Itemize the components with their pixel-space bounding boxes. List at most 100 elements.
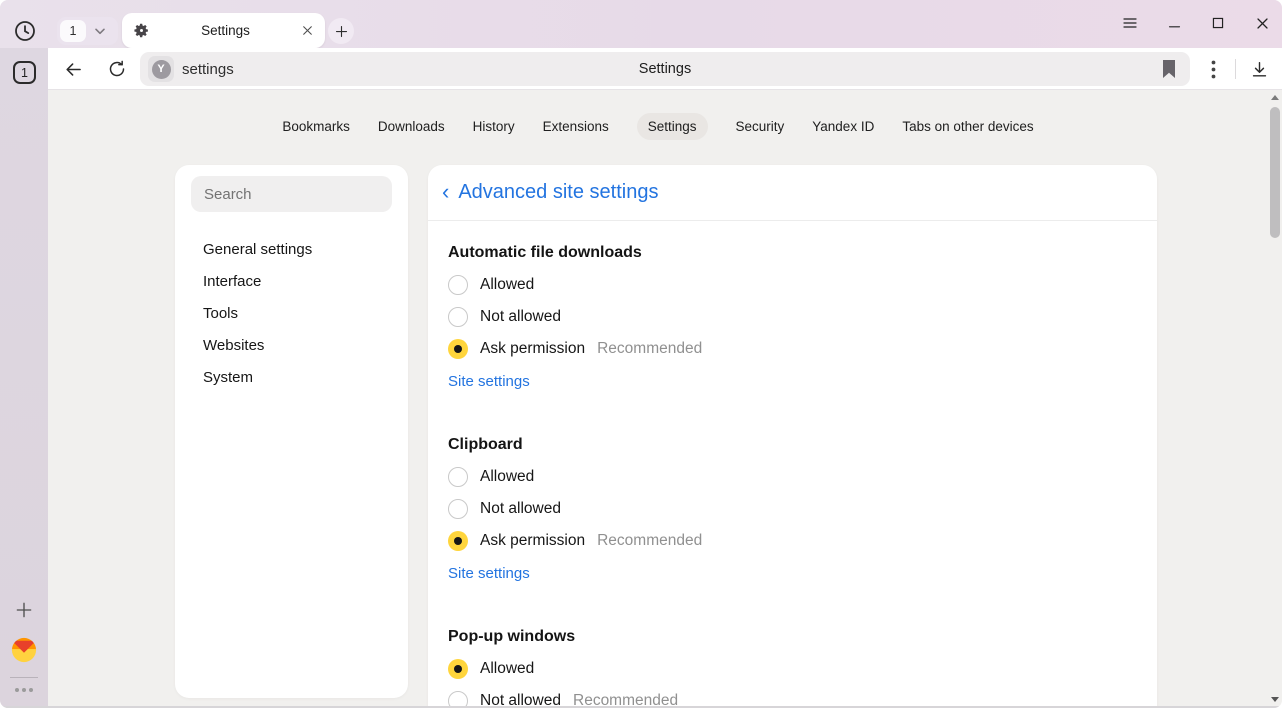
- section-title: Pop-up windows: [448, 625, 1137, 649]
- nav-tab-settings[interactable]: Settings: [637, 113, 708, 140]
- scroll-up-icon[interactable]: [1271, 95, 1279, 100]
- radio-button[interactable]: [448, 467, 468, 487]
- settings-sections: Automatic file downloads Allowed Not all…: [428, 241, 1157, 708]
- minimize-button[interactable]: [1166, 15, 1182, 31]
- section-automatic-file-downloads: Automatic file downloads Allowed Not all…: [448, 241, 1137, 397]
- radio-label: Allowed: [480, 276, 534, 294]
- nav-tab-bookmarks[interactable]: Bookmarks: [282, 113, 350, 140]
- tab-strip: 1 Settings: [0, 0, 1282, 48]
- vertical-scrollbar[interactable]: [1268, 90, 1282, 708]
- left-sidebar-rail: 1: [0, 48, 48, 708]
- close-icon[interactable]: [301, 24, 314, 37]
- radio-option-not-allowed[interactable]: Not allowed: [448, 493, 1137, 525]
- radio-button[interactable]: [448, 307, 468, 327]
- search-input[interactable]: [191, 176, 392, 212]
- new-tab-button[interactable]: [328, 18, 354, 44]
- recommended-note: Recommended: [597, 532, 702, 550]
- mail-app-button[interactable]: [11, 637, 37, 663]
- url-text[interactable]: settings: [182, 52, 234, 86]
- menu-button[interactable]: [1122, 15, 1138, 31]
- browser-window: 1 Settings: [0, 0, 1282, 708]
- toolbar-more-button[interactable]: [1200, 56, 1226, 82]
- site-settings-link[interactable]: Site settings: [448, 565, 530, 582]
- chevron-down-icon[interactable]: [92, 23, 108, 39]
- downloads-button[interactable]: [1246, 56, 1272, 82]
- nav-tab-extensions[interactable]: Extensions: [543, 113, 609, 140]
- mail-icon: [11, 637, 37, 663]
- radio-option-not-allowed[interactable]: Not allowed Recommended: [448, 685, 1137, 708]
- radio-label: Ask permission: [480, 340, 585, 358]
- sidebar-item-websites[interactable]: Websites: [191, 330, 392, 362]
- nav-tab-security[interactable]: Security: [736, 113, 785, 140]
- sidebar-item-tools[interactable]: Tools: [191, 298, 392, 330]
- radio-label: Allowed: [480, 468, 534, 486]
- nav-tab-downloads[interactable]: Downloads: [378, 113, 445, 140]
- radio-option-ask-permission[interactable]: Ask permission Recommended: [448, 525, 1137, 557]
- gear-icon: [133, 22, 150, 39]
- sidebar-item-system[interactable]: System: [191, 362, 392, 394]
- address-toolbar: Y settings Settings: [48, 48, 1282, 90]
- back-arrow-icon: [63, 59, 84, 80]
- site-favicon: Y: [148, 56, 174, 82]
- omnibox-page-title: Settings: [140, 52, 1190, 86]
- back-chevron-icon: ‹: [442, 181, 449, 203]
- sidebar-more-button[interactable]: [13, 686, 35, 694]
- back-button[interactable]: [60, 56, 86, 82]
- site-settings-link[interactable]: Site settings: [448, 373, 530, 390]
- scroll-down-icon[interactable]: [1271, 697, 1279, 702]
- reload-button[interactable]: [104, 56, 130, 82]
- scrollbar-thumb[interactable]: [1270, 107, 1280, 238]
- nav-tab-tabs-on-other-devices[interactable]: Tabs on other devices: [902, 113, 1033, 140]
- tab-group-control[interactable]: 1: [57, 17, 118, 45]
- radio-button[interactable]: [448, 499, 468, 519]
- recommended-note: Recommended: [597, 340, 702, 358]
- kebab-menu-icon: [1211, 60, 1216, 79]
- page-title: Advanced site settings: [458, 181, 658, 204]
- bookmark-button[interactable]: [1161, 59, 1177, 79]
- reload-icon: [107, 59, 127, 79]
- radio-button[interactable]: [448, 531, 468, 551]
- window-controls: [1122, 11, 1270, 35]
- menu-icon: [1122, 16, 1138, 30]
- section-clipboard: Clipboard Allowed Not allowed Ask permis…: [448, 433, 1137, 589]
- radio-button[interactable]: [448, 659, 468, 679]
- radio-option-not-allowed[interactable]: Not allowed: [448, 301, 1137, 333]
- radio-button[interactable]: [448, 339, 468, 359]
- nav-tab-history[interactable]: History: [473, 113, 515, 140]
- section-title: Automatic file downloads: [448, 241, 1137, 265]
- radio-option-ask-permission[interactable]: Ask permission Recommended: [448, 333, 1137, 365]
- radio-label: Allowed: [480, 660, 534, 678]
- radio-option-allowed[interactable]: Allowed: [448, 653, 1137, 685]
- radio-label: Not allowed: [480, 308, 561, 326]
- maximize-button[interactable]: [1210, 15, 1226, 31]
- sidebar-item-interface[interactable]: Interface: [191, 266, 392, 298]
- minimize-icon: [1167, 16, 1182, 30]
- sidebar-add-button[interactable]: [14, 600, 34, 620]
- radio-label: Not allowed: [480, 500, 561, 518]
- nav-tab-yandex-id[interactable]: Yandex ID: [812, 113, 874, 140]
- section-title: Clipboard: [448, 433, 1137, 457]
- close-window-button[interactable]: [1254, 15, 1270, 31]
- sidebar-divider: [10, 677, 38, 678]
- toolbar-separator: [1235, 59, 1236, 79]
- sidebar-item-general-settings[interactable]: General settings: [191, 234, 392, 266]
- history-clock-button[interactable]: [13, 19, 37, 43]
- plus-icon: [334, 24, 349, 39]
- tab-group-count: 1: [60, 20, 86, 42]
- radio-label: Ask permission: [480, 532, 585, 550]
- close-icon: [1255, 16, 1270, 31]
- clock-icon: [13, 19, 37, 43]
- page-content: Bookmarks Downloads History Extensions S…: [48, 90, 1282, 708]
- browser-tab-settings[interactable]: Settings: [122, 13, 325, 48]
- download-icon: [1250, 60, 1269, 79]
- radio-group: Allowed Not allowed Recommended: [448, 653, 1137, 708]
- radio-option-allowed[interactable]: Allowed: [448, 269, 1137, 301]
- advanced-settings-header[interactable]: ‹ Advanced site settings: [428, 165, 1157, 221]
- radio-option-allowed[interactable]: Allowed: [448, 461, 1137, 493]
- link-row: Site settings: [448, 557, 1137, 589]
- sidebar-tab-counter[interactable]: 1: [13, 61, 36, 84]
- omnibox[interactable]: Y settings Settings: [140, 52, 1190, 86]
- radio-button[interactable]: [448, 275, 468, 295]
- maximize-icon: [1211, 16, 1225, 30]
- settings-sidebar-panel: General settings Interface Tools Website…: [175, 165, 408, 698]
